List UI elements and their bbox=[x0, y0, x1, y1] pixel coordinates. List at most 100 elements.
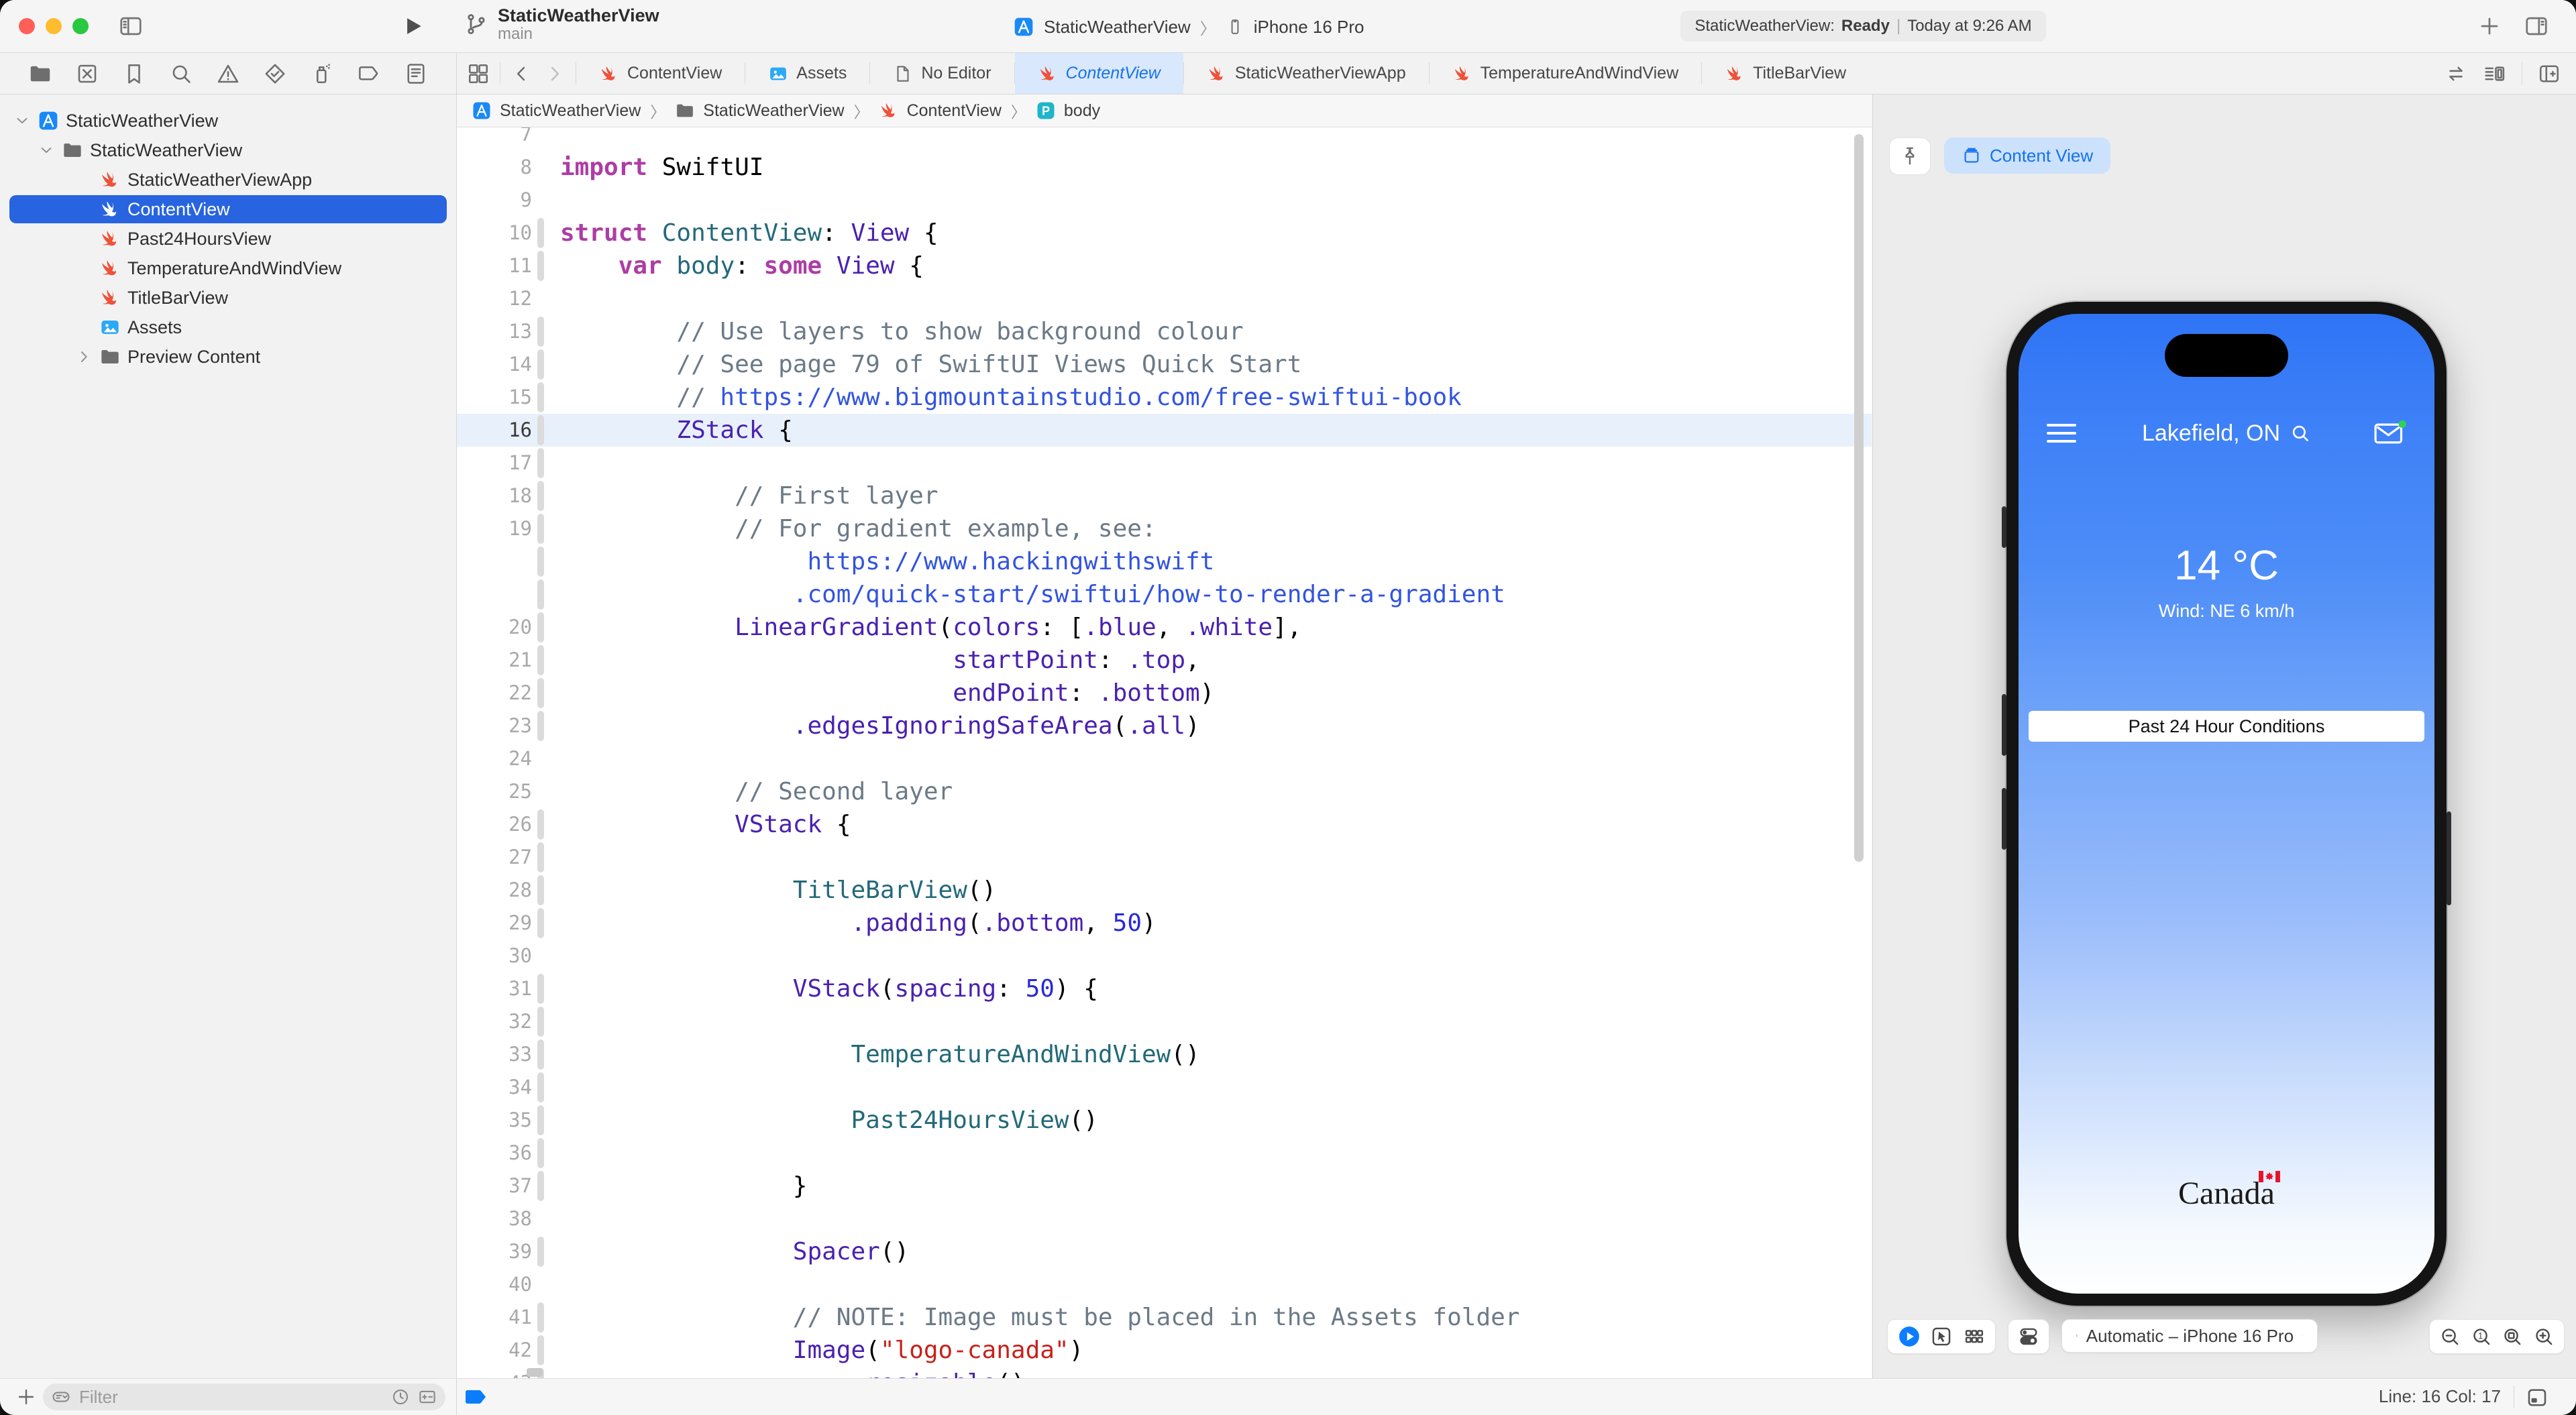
gutter-line-number[interactable]: 25 bbox=[457, 775, 532, 808]
gutter-line-number[interactable]: 19 bbox=[457, 512, 532, 545]
navigator-tab-bookmarks[interactable] bbox=[122, 62, 146, 86]
gutter-line-number[interactable]: 27 bbox=[457, 841, 532, 874]
library-add-icon[interactable] bbox=[2477, 13, 2502, 39]
gutter-line-number[interactable]: 21 bbox=[457, 644, 532, 677]
editor-options-icon[interactable] bbox=[2483, 62, 2507, 86]
editor-grid-icon[interactable] bbox=[466, 62, 490, 86]
sidebar-item-staticweatherviewapp[interactable]: StaticWeatherViewApp bbox=[0, 165, 456, 194]
gutter-line-number[interactable]: 13 bbox=[457, 315, 532, 348]
tab-no-editor[interactable]: No Editor bbox=[870, 53, 1014, 94]
gutter-line-number[interactable]: 38 bbox=[457, 1202, 532, 1235]
run-destination[interactable]: iPhone 16 Pro bbox=[1254, 17, 1364, 38]
gutter-line-number[interactable]: 9 bbox=[457, 184, 532, 217]
navigator-tab-issues[interactable] bbox=[216, 62, 240, 86]
gutter-line-number[interactable]: 7 bbox=[457, 127, 532, 151]
gutter-line-number[interactable]: 40 bbox=[457, 1268, 532, 1301]
breakpoints-toggle-icon[interactable] bbox=[464, 1388, 488, 1406]
sidebar-item-titlebarview[interactable]: TitleBarView bbox=[0, 283, 456, 313]
zoom-in-icon[interactable] bbox=[2532, 1325, 2555, 1348]
related-items-icon[interactable] bbox=[2444, 62, 2468, 86]
gutter-line-number[interactable]: 35 bbox=[457, 1104, 532, 1137]
tab-staticweatherviewapp[interactable]: StaticWeatherViewApp bbox=[1184, 53, 1429, 94]
gutter-line-number[interactable]: 29 bbox=[457, 907, 532, 940]
source-control-summary[interactable]: StaticWeatherView main bbox=[463, 5, 659, 43]
gutter-line-number[interactable]: 8 bbox=[457, 151, 532, 184]
pin-preview-button[interactable] bbox=[1889, 137, 1931, 175]
sidebar-item-staticweatherview[interactable]: StaticWeatherView bbox=[0, 106, 456, 135]
source-control-status-icon[interactable] bbox=[417, 1387, 437, 1407]
gutter-line-number[interactable]: 22 bbox=[457, 677, 532, 710]
zoom-fit-icon[interactable] bbox=[2501, 1325, 2524, 1348]
gutter-line-number[interactable]: 15 bbox=[457, 381, 532, 414]
gutter-line-number[interactable]: 37 bbox=[457, 1170, 532, 1202]
gutter-line-number[interactable]: 42 bbox=[457, 1334, 532, 1367]
recent-files-icon[interactable] bbox=[390, 1387, 411, 1407]
navigator-tab-source-control[interactable] bbox=[75, 62, 99, 86]
tab-titlebarview[interactable]: TitleBarView bbox=[1702, 53, 1869, 94]
gutter-line-number[interactable]: 20 bbox=[457, 611, 532, 644]
toggle-navigator-icon[interactable] bbox=[118, 13, 144, 39]
sidebar-item-past24hoursview[interactable]: Past24HoursView bbox=[0, 224, 456, 253]
gutter-line-number[interactable]: 24 bbox=[457, 742, 532, 775]
zoom-window-button[interactable] bbox=[72, 18, 89, 34]
live-preview-button[interactable] bbox=[1898, 1325, 1921, 1348]
editor-scrollbar[interactable] bbox=[1854, 134, 1864, 862]
go-forward-icon[interactable] bbox=[543, 62, 566, 85]
gutter-line-number[interactable]: 41 bbox=[457, 1301, 532, 1334]
gutter-line-number[interactable]: 39 bbox=[457, 1235, 532, 1268]
breadcrumb-staticweatherview[interactable]: StaticWeatherView bbox=[472, 101, 641, 121]
sidebar-item-assets[interactable]: Assets bbox=[0, 313, 456, 342]
mail-icon[interactable] bbox=[2374, 420, 2406, 447]
sidebar-item-temperatureandwindview[interactable]: TemperatureAndWindView bbox=[0, 253, 456, 283]
gutter-line-number[interactable]: 26 bbox=[457, 808, 532, 841]
go-back-icon[interactable] bbox=[510, 62, 533, 85]
scheme-selector[interactable]: StaticWeatherView 〉 iPhone 16 Pro bbox=[1013, 12, 1364, 42]
tab-assets[interactable]: Assets bbox=[745, 53, 869, 94]
gutter-line-number[interactable]: 30 bbox=[457, 940, 532, 972]
navigator-tab-tests[interactable] bbox=[263, 62, 287, 86]
breadcrumb-contentview[interactable]: ContentView bbox=[879, 101, 1002, 121]
gutter-line-number[interactable]: 16 bbox=[457, 414, 532, 447]
editor-only-layout-icon[interactable] bbox=[2525, 1385, 2549, 1410]
filter-field[interactable] bbox=[43, 1383, 445, 1410]
gutter-line-number[interactable]: 10 bbox=[457, 217, 532, 249]
run-button[interactable] bbox=[400, 13, 425, 39]
chevron-right-icon[interactable] bbox=[75, 348, 93, 365]
sidebar-item-contentview[interactable]: ContentView bbox=[0, 194, 456, 224]
gutter-line-number[interactable]: 17 bbox=[457, 447, 532, 479]
add-file-icon[interactable] bbox=[15, 1385, 38, 1408]
selectable-mode-button[interactable] bbox=[1930, 1325, 1953, 1348]
gutter-line-number[interactable]: 28 bbox=[457, 874, 532, 907]
breadcrumb-body[interactable]: Pbody bbox=[1036, 101, 1100, 121]
add-editor-icon[interactable] bbox=[2537, 62, 2561, 86]
gutter-line-number[interactable]: 33 bbox=[457, 1038, 532, 1071]
variants-grid-button[interactable] bbox=[1963, 1325, 1986, 1348]
sidebar-item-staticweatherview[interactable]: StaticWeatherView bbox=[0, 135, 456, 165]
menu-icon[interactable] bbox=[2047, 424, 2076, 443]
navigator-tab-project-navigator[interactable] bbox=[28, 62, 52, 86]
gutter-line-number[interactable]: 34 bbox=[457, 1071, 532, 1104]
past-24-hour-conditions-button[interactable]: Past 24 Hour Conditions bbox=[2029, 711, 2424, 742]
gutter-line-number[interactable]: 18 bbox=[457, 479, 532, 512]
breadcrumb-staticweatherview[interactable]: StaticWeatherView bbox=[675, 101, 844, 121]
zoom-out-icon[interactable] bbox=[2438, 1325, 2461, 1348]
preview-device-selector[interactable]: Automatic – iPhone 16 Pro bbox=[2061, 1319, 2318, 1353]
editor-horizontal-scrollbar[interactable] bbox=[527, 1368, 543, 1377]
gutter-line-number[interactable]: 43 bbox=[457, 1367, 532, 1378]
gutter-line-number[interactable]: 23 bbox=[457, 710, 532, 742]
navigator-tab-debug[interactable] bbox=[310, 62, 334, 86]
chevron-down-icon[interactable] bbox=[38, 142, 55, 159]
gutter-line-number[interactable]: 12 bbox=[457, 282, 532, 315]
tab-contentview[interactable]: ContentView bbox=[576, 53, 745, 94]
sidebar-item-preview-content[interactable]: Preview Content bbox=[0, 342, 456, 372]
zoom-100-icon[interactable]: 1 bbox=[2470, 1325, 2493, 1348]
navigator-tab-find[interactable] bbox=[169, 62, 193, 86]
gutter-line-number[interactable]: 31 bbox=[457, 972, 532, 1005]
navigator-tab-reports[interactable] bbox=[404, 62, 428, 86]
toggle-inspector-icon[interactable] bbox=[2524, 13, 2549, 39]
gutter-line-number[interactable]: 36 bbox=[457, 1137, 532, 1170]
navigator-tab-breakpoints[interactable] bbox=[357, 62, 381, 86]
preview-tab[interactable]: Content View bbox=[1944, 137, 2110, 174]
close-window-button[interactable] bbox=[19, 18, 35, 34]
gutter-line-number[interactable]: 32 bbox=[457, 1005, 532, 1038]
